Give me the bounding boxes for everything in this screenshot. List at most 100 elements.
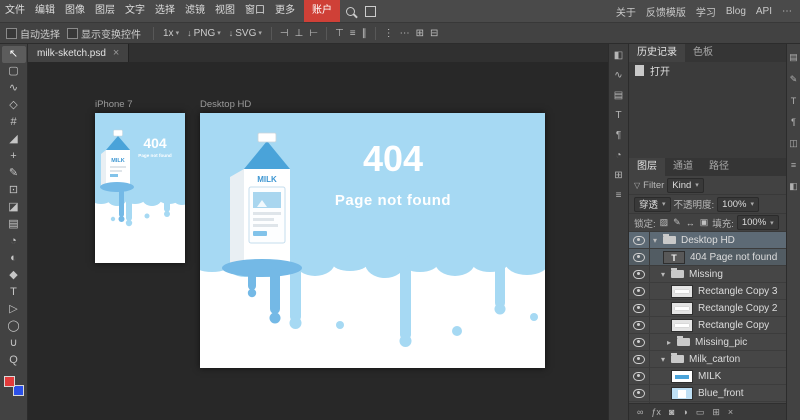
visibility-toggle[interactable] xyxy=(629,232,650,248)
move-tool[interactable]: ↖ xyxy=(2,46,26,63)
visibility-toggle[interactable] xyxy=(629,249,650,265)
marquee-select-tool[interactable]: ▢ xyxy=(2,63,26,80)
eyedropper-tool[interactable]: ◢ xyxy=(2,131,26,148)
layer-row-rectangle-copy-3[interactable]: Rectangle Copy 3 xyxy=(629,283,786,300)
fullscreen-icon[interactable] xyxy=(360,0,380,22)
align-bottom-icon[interactable]: ∥ xyxy=(359,28,370,39)
properties-panel-icon[interactable]: ◧ xyxy=(611,50,627,61)
tab-layers[interactable]: 图层 xyxy=(629,158,665,176)
delete-layer-icon[interactable]: × xyxy=(728,404,733,420)
tab-swatches[interactable]: 色板 xyxy=(685,44,721,62)
menu-item-type[interactable]: 文字 xyxy=(120,0,150,22)
visibility-toggle[interactable] xyxy=(629,334,650,350)
align-top-icon[interactable]: ⊤ xyxy=(332,28,347,39)
align-center-h-icon[interactable]: ⊥ xyxy=(292,28,307,39)
link-feedback[interactable]: 反馈模版 xyxy=(646,4,686,19)
expand-arrow-icon[interactable]: ▾ xyxy=(658,270,668,279)
blur-tool[interactable]: ◔ xyxy=(2,233,26,250)
menu-item-more[interactable]: 更多 xyxy=(270,0,300,22)
styles-panel-icon[interactable]: ▤ xyxy=(611,90,627,101)
canvas-area[interactable]: iPhone 7 404 xyxy=(28,62,608,420)
new-layer-icon[interactable]: ⊞ xyxy=(712,404,720,420)
export-svg-button[interactable]: ↓ SVG ▾ xyxy=(225,27,266,40)
export-scale-dropdown[interactable]: 1x ▾ xyxy=(159,27,183,40)
info-panel-icon[interactable]: ⊞ xyxy=(611,170,627,181)
link-api[interactable]: API xyxy=(756,6,772,17)
layer-row-404-text[interactable]: T 404 Page not found xyxy=(629,249,786,266)
lock-all-icon[interactable]: ▣ xyxy=(699,217,710,228)
tab-channels[interactable]: 通道 xyxy=(665,158,701,176)
layer-row-rectangle-copy-2[interactable]: Rectangle Copy 2 xyxy=(629,300,786,317)
expand-arrow-icon[interactable]: ▸ xyxy=(664,338,674,347)
link-blog[interactable]: Blog xyxy=(726,6,746,17)
character-dock-icon[interactable]: T xyxy=(791,96,797,106)
adjustments-panel-icon[interactable]: ∿ xyxy=(611,70,627,81)
menu-item-select[interactable]: 选择 xyxy=(150,0,180,22)
account-button[interactable]: 账户 xyxy=(304,0,340,22)
paragraph-dock-icon[interactable]: ¶ xyxy=(791,117,796,127)
dodge-tool[interactable]: ◐ xyxy=(2,250,26,267)
gradient-tool[interactable]: ▤ xyxy=(2,216,26,233)
brush-panel-icon[interactable]: ◔ xyxy=(611,150,627,161)
expand-arrow-icon[interactable]: ▾ xyxy=(650,236,660,245)
adjustment-layer-icon[interactable]: ◑ xyxy=(682,404,687,420)
blend-mode-dropdown[interactable]: 穿透 ▾ xyxy=(634,197,671,212)
artboard-iphone7[interactable]: iPhone 7 404 xyxy=(95,113,185,263)
visibility-toggle[interactable] xyxy=(629,266,650,282)
properties-dock-icon[interactable]: ◧ xyxy=(789,181,798,192)
align-middle-icon[interactable]: ≡ xyxy=(347,28,359,39)
layer-styles-icon[interactable]: ƒx xyxy=(651,404,661,420)
pen-tool[interactable]: ◆ xyxy=(2,267,26,284)
visibility-toggle[interactable] xyxy=(629,317,650,333)
lock-pixels-icon[interactable]: ✎ xyxy=(672,217,682,228)
align-right-icon[interactable]: ⊢ xyxy=(306,28,321,39)
layer-row-blue-front[interactable]: Blue_front xyxy=(629,385,786,402)
paragraph-panel-icon[interactable]: ¶ xyxy=(611,130,627,141)
visibility-toggle[interactable] xyxy=(629,368,650,384)
magic-wand-tool[interactable]: ◇ xyxy=(2,97,26,114)
grid-icon[interactable]: ⊞ xyxy=(413,28,427,39)
layer-row-milk[interactable]: MILK xyxy=(629,368,786,385)
swatches-dock-icon[interactable]: ▤ xyxy=(789,52,798,63)
menu-item-edit[interactable]: 编辑 xyxy=(30,0,60,22)
menu-item-layer[interactable]: 图层 xyxy=(90,0,120,22)
lock-transparency-icon[interactable]: ▨ xyxy=(659,217,670,228)
foreground-color-swatch[interactable] xyxy=(4,376,15,387)
menu-item-file[interactable]: 文件 xyxy=(0,0,30,22)
brush-dock-icon[interactable]: ✎ xyxy=(790,74,798,85)
layer-row-missing-group[interactable]: ▾ Missing xyxy=(629,266,786,283)
auto-select-checkbox[interactable] xyxy=(6,28,17,39)
menu-item-image[interactable]: 图像 xyxy=(60,0,90,22)
character-panel-icon[interactable]: T xyxy=(611,110,627,121)
crop-tool[interactable]: # xyxy=(2,114,26,131)
expand-arrow-icon[interactable]: ▾ xyxy=(658,355,668,364)
zoom-tool[interactable]: Q xyxy=(2,352,26,369)
layer-comps-dock-icon[interactable]: ◫ xyxy=(789,138,798,149)
artboard-desktop-hd[interactable]: Desktop HD xyxy=(200,113,545,368)
layer-mask-icon[interactable]: ◙ xyxy=(669,404,674,420)
history-entry-open[interactable]: 打开 xyxy=(629,62,786,79)
eraser-tool[interactable]: ◪ xyxy=(2,199,26,216)
artboard-label[interactable]: iPhone 7 xyxy=(95,99,133,110)
layer-row-desktop-hd[interactable]: ▾ Desktop HD xyxy=(629,232,786,249)
healing-tool[interactable]: + xyxy=(2,148,26,165)
artboard-label[interactable]: Desktop HD xyxy=(200,99,251,110)
visibility-toggle[interactable] xyxy=(629,351,650,367)
type-tool[interactable]: T xyxy=(2,284,26,301)
new-group-icon[interactable]: ▭ xyxy=(696,404,705,420)
lock-position-icon[interactable]: ↔ xyxy=(685,218,696,228)
lasso-tool[interactable]: ∿ xyxy=(2,80,26,97)
distribute-h-icon[interactable]: ⋯ xyxy=(397,28,413,39)
more-links-icon[interactable]: ⋯ xyxy=(782,6,792,17)
menu-item-filter[interactable]: 滤镜 xyxy=(180,0,210,22)
visibility-toggle[interactable] xyxy=(629,300,650,316)
fill-value[interactable]: 100% ▾ xyxy=(737,215,779,230)
link-about[interactable]: 关于 xyxy=(616,4,636,19)
path-select-tool[interactable]: ▷ xyxy=(2,301,26,318)
export-png-button[interactable]: ↓ PNG ▾ xyxy=(183,27,225,40)
close-icon[interactable]: × xyxy=(113,48,119,58)
tab-paths[interactable]: 路径 xyxy=(701,158,737,176)
layer-row-missing-pic[interactable]: ▸ Missing_pic xyxy=(629,334,786,351)
visibility-toggle[interactable] xyxy=(629,385,650,401)
glyphs-dock-icon[interactable]: ≡ xyxy=(791,160,796,170)
